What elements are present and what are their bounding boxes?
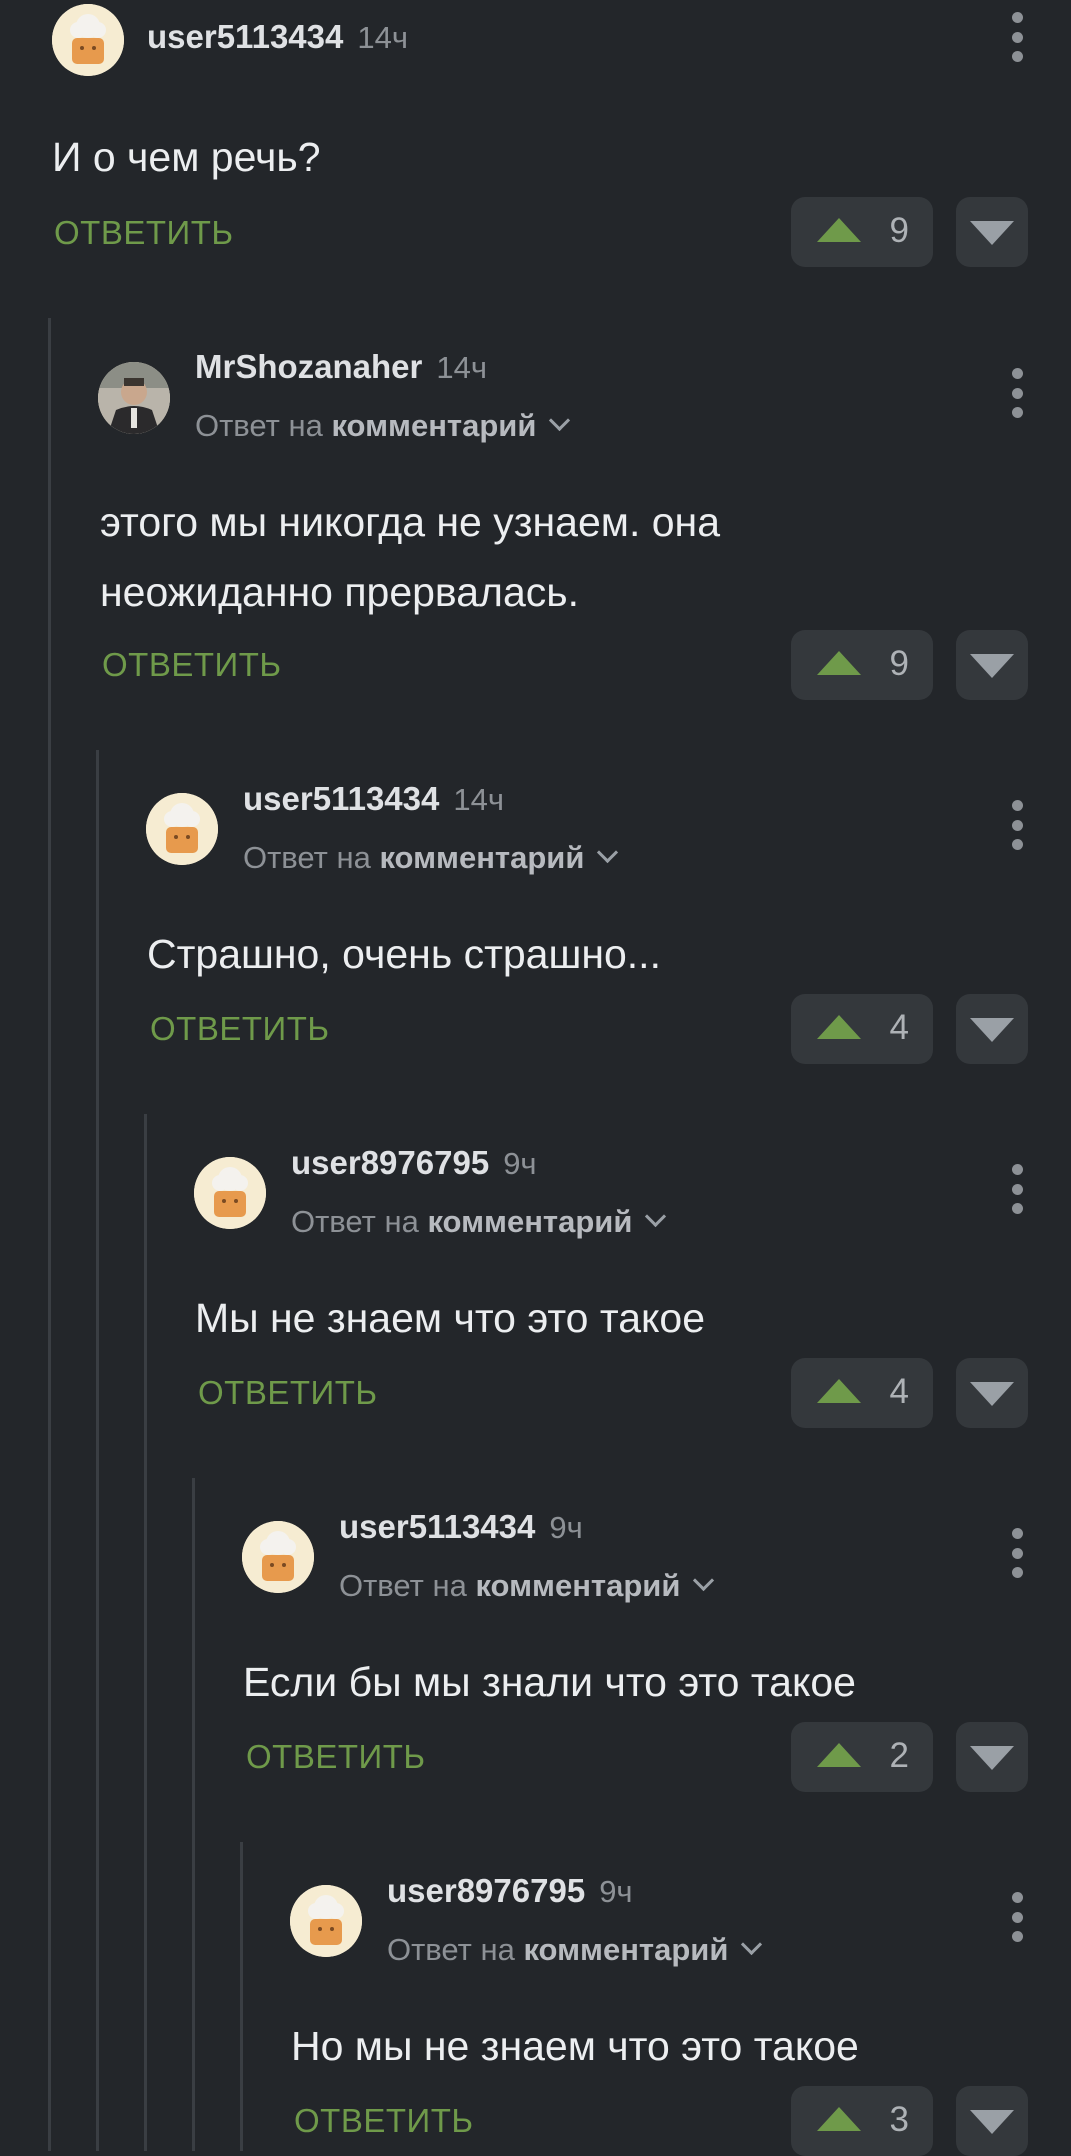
comment-text: Мы не знаем что это такое (195, 1295, 705, 1341)
more-options-icon[interactable] (1002, 12, 1032, 62)
arrow-up-icon (817, 1015, 861, 1039)
chevron-down-icon (597, 841, 619, 864)
arrow-up-icon (817, 1379, 861, 1403)
username[interactable]: user8976795 9ч (387, 1872, 633, 1910)
reply-to-link[interactable]: Ответ на комментарий (195, 408, 571, 444)
avatar[interactable] (98, 362, 170, 434)
timestamp: 14ч (436, 350, 488, 385)
timestamp: 14ч (357, 20, 408, 55)
chef-hat-avatar-icon (290, 1885, 362, 1957)
comment-text: И о чем речь? (52, 134, 321, 180)
comment-text: этого мы никогда не узнаем. она неожидан… (100, 499, 721, 615)
comment-text: Страшно, очень страшно... (147, 931, 661, 977)
reply-button[interactable]: ОТВЕТИТЬ (294, 2102, 474, 2140)
chevron-down-icon (693, 1569, 715, 1592)
thread-line (240, 1842, 243, 2151)
chef-hat-avatar-icon (194, 1157, 266, 1229)
more-options-icon[interactable] (1002, 1528, 1032, 1578)
chevron-down-icon (549, 409, 571, 432)
arrow-up-icon (817, 651, 861, 675)
username[interactable]: user5113434 9ч (339, 1508, 583, 1546)
more-options-icon[interactable] (1002, 1892, 1032, 1942)
arrow-down-icon (970, 1746, 1014, 1770)
upvote-button[interactable]: 4 (791, 1358, 933, 1428)
photo-avatar-icon (98, 362, 170, 434)
upvote-button[interactable]: 3 (791, 2086, 933, 2156)
arrow-up-icon (817, 1743, 861, 1767)
reply-button[interactable]: ОТВЕТИТЬ (150, 1010, 330, 1048)
more-options-icon[interactable] (1002, 800, 1032, 850)
downvote-button[interactable] (956, 197, 1028, 267)
reply-button[interactable]: ОТВЕТИТЬ (102, 646, 282, 684)
upvote-button[interactable]: 9 (791, 630, 933, 700)
avatar[interactable] (194, 1157, 266, 1229)
vote-count: 4 (889, 1008, 909, 1047)
vote-count: 9 (889, 211, 909, 250)
vote-count: 2 (889, 1736, 909, 1775)
username[interactable]: user8976795 9ч (291, 1144, 537, 1182)
arrow-up-icon (817, 218, 861, 242)
arrow-down-icon (970, 2110, 1014, 2134)
thread-line (192, 1478, 195, 2151)
arrow-up-icon (817, 2107, 861, 2131)
thread-line (96, 750, 99, 2151)
username[interactable]: MrShozanaher 14ч (195, 348, 487, 386)
downvote-button[interactable] (956, 630, 1028, 700)
comment-text: Но мы не знаем что это такое (291, 2023, 859, 2069)
thread-line (144, 1114, 147, 2151)
arrow-down-icon (970, 221, 1014, 245)
downvote-button[interactable] (956, 1358, 1028, 1428)
arrow-down-icon (970, 1018, 1014, 1042)
reply-button[interactable]: ОТВЕТИТЬ (246, 1738, 426, 1776)
timestamp: 9ч (599, 1874, 633, 1909)
reply-button[interactable]: ОТВЕТИТЬ (198, 1374, 378, 1412)
avatar[interactable] (242, 1521, 314, 1593)
avatar[interactable] (146, 793, 218, 865)
downvote-button[interactable] (956, 994, 1028, 1064)
reply-to-link[interactable]: Ответ на комментарий (243, 840, 619, 876)
reply-button[interactable]: ОТВЕТИТЬ (54, 214, 234, 252)
vote-count: 3 (889, 2100, 909, 2139)
upvote-button[interactable]: 9 (791, 197, 933, 267)
thread-line (48, 318, 51, 2151)
upvote-button[interactable]: 2 (791, 1722, 933, 1792)
reply-to-link[interactable]: Ответ на комментарий (291, 1204, 667, 1240)
vote-count: 4 (889, 1372, 909, 1411)
chevron-down-icon (645, 1205, 667, 1228)
timestamp: 9ч (549, 1510, 583, 1545)
chef-hat-avatar-icon (242, 1521, 314, 1593)
downvote-button[interactable] (956, 1722, 1028, 1792)
avatar[interactable] (52, 4, 124, 76)
avatar[interactable] (290, 1885, 362, 1957)
reply-to-link[interactable]: Ответ на комментарий (339, 1568, 715, 1604)
chef-hat-avatar-icon (52, 4, 124, 76)
timestamp: 14ч (453, 782, 504, 817)
arrow-down-icon (970, 1382, 1014, 1406)
more-options-icon[interactable] (1002, 1164, 1032, 1214)
chevron-down-icon (741, 1933, 763, 1956)
username[interactable]: user5113434 14ч (147, 18, 408, 56)
more-options-icon[interactable] (1002, 368, 1032, 418)
username[interactable]: user5113434 14ч (243, 780, 504, 818)
vote-count: 9 (889, 644, 909, 683)
comment-text: Если бы мы знали что это такое (243, 1659, 856, 1705)
timestamp: 9ч (503, 1146, 537, 1181)
downvote-button[interactable] (956, 2086, 1028, 2156)
upvote-button[interactable]: 4 (791, 994, 933, 1064)
chef-hat-avatar-icon (146, 793, 218, 865)
reply-to-link[interactable]: Ответ на комментарий (387, 1932, 763, 1968)
arrow-down-icon (970, 654, 1014, 678)
